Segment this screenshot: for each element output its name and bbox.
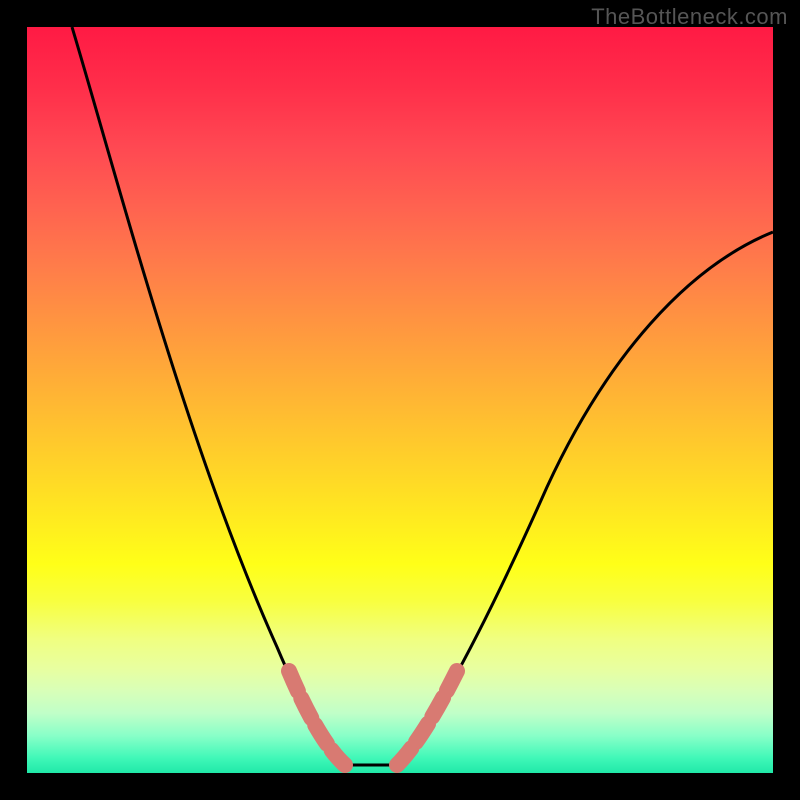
plot-area <box>27 27 773 773</box>
bottleneck-curve <box>72 27 773 765</box>
highlight-right <box>397 671 457 765</box>
highlight-left <box>289 671 345 765</box>
chart-container: TheBottleneck.com <box>0 0 800 800</box>
curve-overlay <box>27 27 773 773</box>
